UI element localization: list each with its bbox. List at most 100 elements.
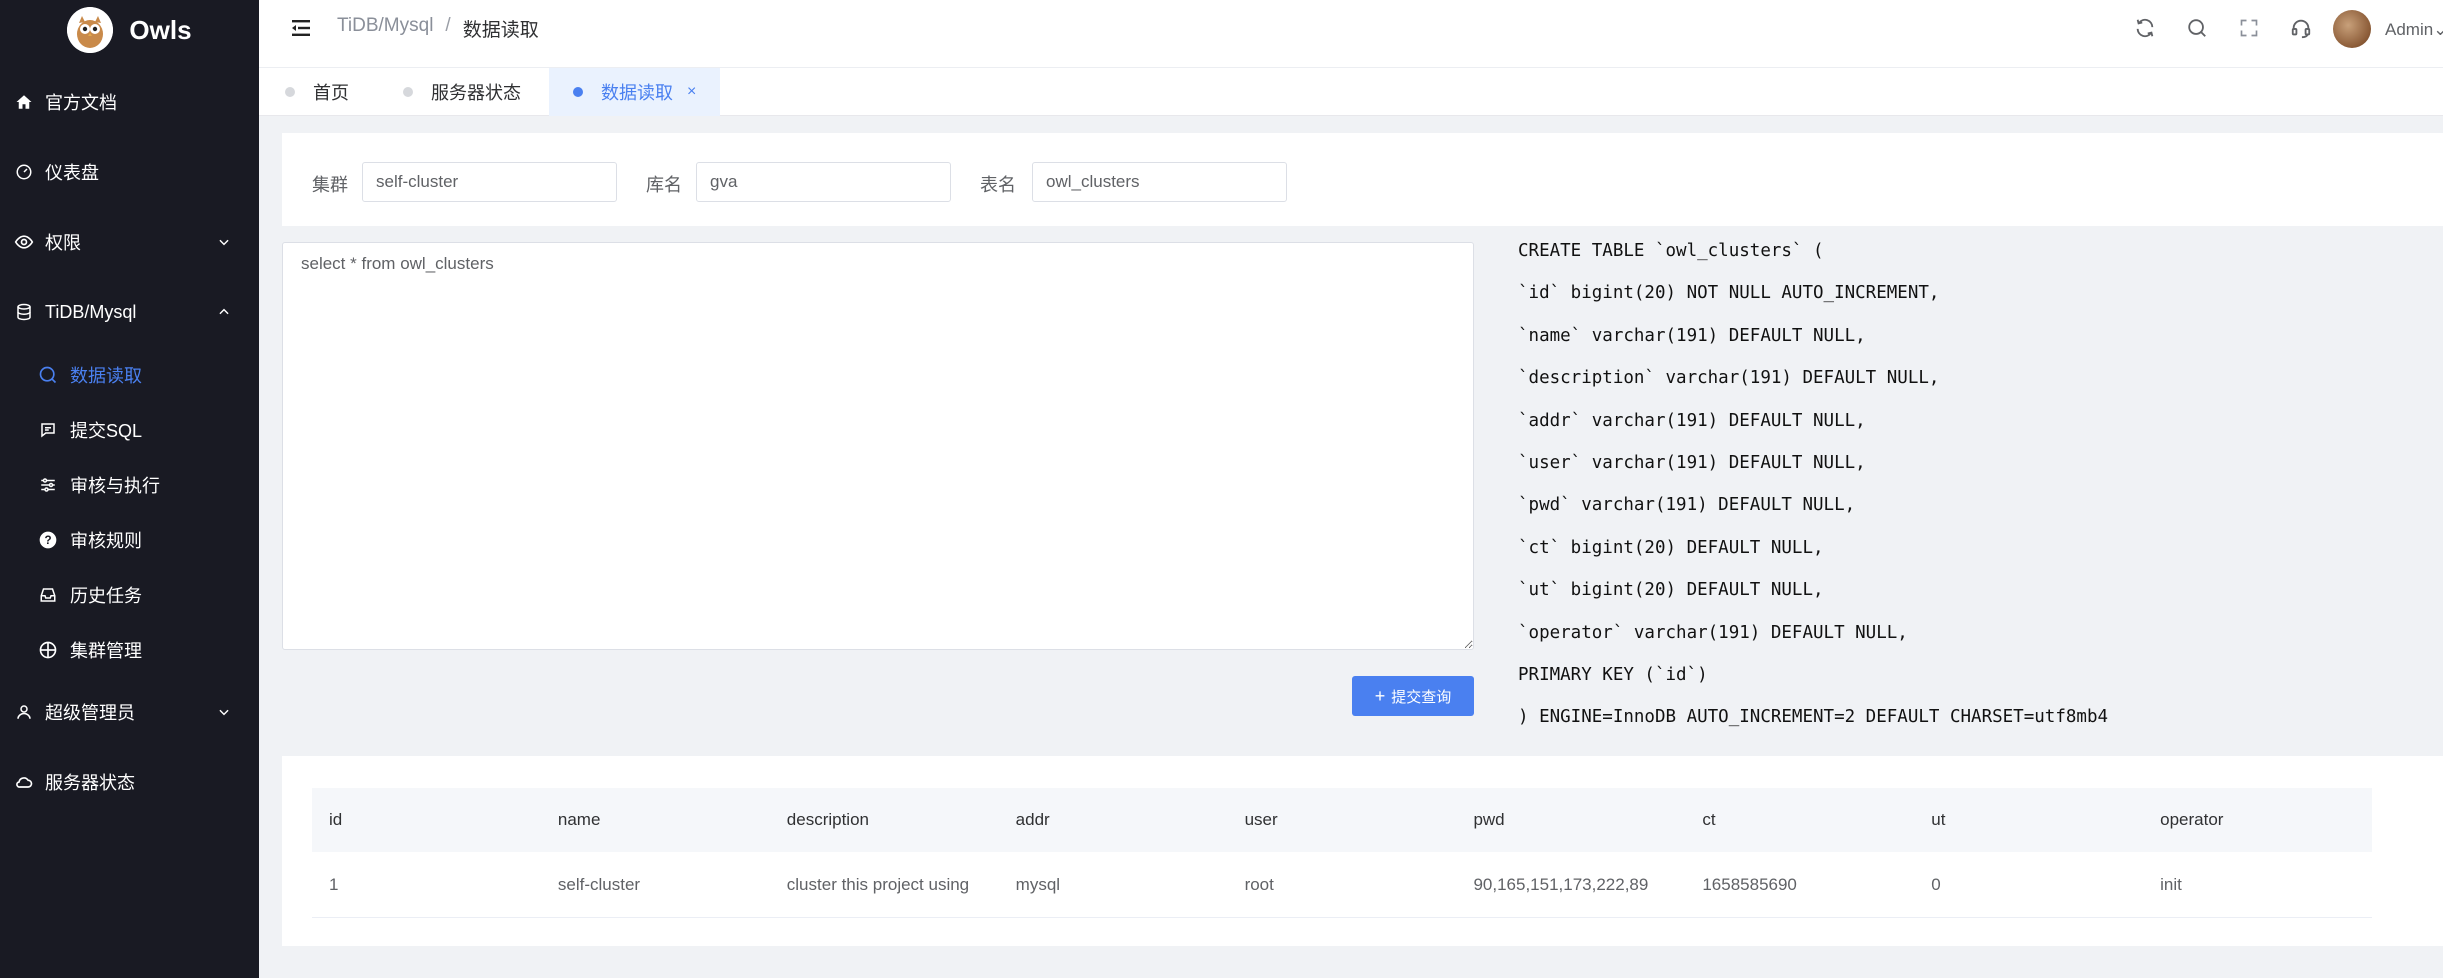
top-header: TiDB/Mysql / 数据读取 Admin⌄ xyxy=(259,0,2443,68)
table-cell: 1 xyxy=(329,874,339,894)
breadcrumb-parent[interactable]: TiDB/Mysql xyxy=(337,15,433,42)
table-cell: 0 xyxy=(1931,874,1941,894)
tab-label: 数据读取 xyxy=(601,83,673,103)
refresh-icon[interactable] xyxy=(2133,16,2157,40)
user-icon xyxy=(14,702,34,722)
table-label: 表名 xyxy=(980,175,1016,195)
column-header-description: description xyxy=(786,810,869,829)
sidebar-item-label: 审核规则 xyxy=(70,531,142,551)
tab-home[interactable]: 首页 xyxy=(285,68,395,116)
avatar[interactable] xyxy=(2333,10,2371,48)
owl-logo-icon xyxy=(67,7,114,53)
sidebar-item-label: 仪表盘 xyxy=(45,163,99,183)
home-icon xyxy=(14,92,34,112)
sliders-icon xyxy=(38,475,58,495)
results-panel: id name description addr user pwd ct ut operator… xyxy=(282,756,2443,946)
sidebar: Owls 官方文档 仪表盘 权限 TiDB/Mysql 数据读取 提交SQL 审核与执行? 审… xyxy=(0,0,259,978)
column-header-addr: addr xyxy=(1015,810,1050,829)
sidebar-item-4[interactable]: 数据读取 xyxy=(0,350,259,400)
fullscreen-icon[interactable] xyxy=(2237,16,2261,40)
sidebar-item-1[interactable]: 仪表盘 xyxy=(0,147,259,197)
tab-bar: 首页 服务器状态 数据读取 × xyxy=(259,68,2443,116)
search-icon[interactable] xyxy=(2185,16,2209,40)
plus-icon: + xyxy=(1374,686,1386,706)
sidebar-item-label: 超级管理员 xyxy=(45,703,135,723)
column-header-operator: operator xyxy=(2160,810,2224,829)
column-header-name: name xyxy=(557,810,601,829)
tab-dot-icon xyxy=(573,87,583,97)
sidebar-item-11[interactable]: 服务器状态 xyxy=(0,757,259,807)
sidebar-item-10[interactable]: 超级管理员 xyxy=(0,687,259,737)
ddl-line: `user` varchar(191) DEFAULT NULL, xyxy=(1518,452,1866,473)
chevron-down-icon xyxy=(217,235,231,249)
table-cell: init xyxy=(2160,874,2182,894)
table-body: 1 self-cluster cluster this project using m… xyxy=(312,852,2372,918)
search-icon xyxy=(38,365,58,385)
column-header-ut: ut xyxy=(1931,810,1946,829)
ddl-line: ) ENGINE=InnoDB AUTO_INCREMENT=2 DEFAULT… xyxy=(1518,707,2109,728)
sidebar-item-8[interactable]: 历史任务 xyxy=(0,570,259,620)
filter-panel: 集群 库名 表名 xyxy=(282,133,2443,226)
user-menu[interactable]: Admin⌄ xyxy=(2385,20,2443,40)
chevron-up-icon xyxy=(217,305,231,319)
database-input[interactable] xyxy=(696,162,951,202)
sidebar-item-2[interactable]: 权限 xyxy=(0,217,259,267)
column-header-id: id xyxy=(329,810,343,829)
cluster-input[interactable] xyxy=(362,162,617,202)
results-table: id name description addr user pwd ct ut operator… xyxy=(312,788,2372,918)
table-cell: mysql xyxy=(1015,874,1061,894)
sql-editor[interactable] xyxy=(282,242,1474,650)
sidebar-item-label: 数据读取 xyxy=(70,366,142,386)
sidebar-item-9[interactable]: 集群管理 xyxy=(0,625,259,675)
table-cell: 1658585690 xyxy=(1702,874,1797,894)
tab-close-icon[interactable]: × xyxy=(687,83,696,101)
sidebar-item-label: TiDB/Mysql xyxy=(45,301,137,322)
table-cell: self-cluster xyxy=(557,874,641,894)
sidebar-item-0[interactable]: 官方文档 xyxy=(0,77,259,127)
table-cell: 90,165,151,173,222,89 xyxy=(1473,874,1649,894)
collapse-menu-icon[interactable] xyxy=(289,16,313,40)
sidebar-item-6[interactable]: 审核与执行 xyxy=(0,460,259,510)
headset-icon[interactable] xyxy=(2289,16,2313,40)
database-icon xyxy=(14,302,34,322)
sidebar-item-5[interactable]: 提交SQL xyxy=(0,405,259,455)
ddl-line: `ct` bigint(20) DEFAULT NULL, xyxy=(1518,537,1824,558)
svg-text:?: ? xyxy=(44,534,51,547)
ddl-line: `name` varchar(191) DEFAULT NULL, xyxy=(1518,325,1866,346)
message-icon xyxy=(38,420,58,440)
breadcrumb-separator: / xyxy=(445,15,451,36)
tab-dot-icon xyxy=(403,87,413,97)
table-input[interactable] xyxy=(1032,162,1287,202)
ddl-line: `ut` bigint(20) DEFAULT NULL, xyxy=(1518,580,1824,601)
logo[interactable]: Owls xyxy=(0,0,259,60)
sidebar-item-3[interactable]: TiDB/Mysql xyxy=(0,287,259,337)
database-label: 库名 xyxy=(646,175,682,195)
submit-query-button[interactable]: + 提交查询 xyxy=(1352,676,1474,716)
ddl-line: `addr` varchar(191) DEFAULT NULL, xyxy=(1518,410,1866,431)
submit-query-label: 提交查询 xyxy=(1391,688,1452,706)
column-header-ct: ct xyxy=(1702,810,1716,829)
tab-dot-icon xyxy=(285,87,295,97)
column-header-user: user xyxy=(1244,810,1278,829)
tab-label: 服务器状态 xyxy=(431,83,521,103)
sidebar-item-label: 官方文档 xyxy=(45,93,117,113)
sidebar-item-label: 审核与执行 xyxy=(70,476,160,496)
ddl-line: `id` bigint(20) NOT NULL AUTO_INCREMENT, xyxy=(1518,283,1940,304)
sidebar-item-label: 历史任务 xyxy=(70,586,142,606)
crosshair-icon xyxy=(38,640,58,660)
sidebar-item-label: 服务器状态 xyxy=(45,773,135,793)
ddl-line: `description` varchar(191) DEFAULT NULL, xyxy=(1518,368,1940,389)
cloud-icon xyxy=(14,772,34,792)
sidebar-item-label: 集群管理 xyxy=(70,641,142,661)
dashboard-icon xyxy=(14,162,34,182)
sidebar-item-7[interactable]: ? 审核规则 xyxy=(0,515,259,565)
table-cell: cluster this project using xyxy=(786,874,970,894)
breadcrumb-current: 数据读取 xyxy=(462,20,539,41)
tab-data-read[interactable]: 数据读取 × xyxy=(549,68,720,116)
inbox-icon xyxy=(38,585,58,605)
breadcrumb: TiDB/Mysql / 数据读取 xyxy=(337,15,539,42)
ddl-line: `operator` varchar(191) DEFAULT NULL, xyxy=(1518,622,1908,643)
table-cell: root xyxy=(1244,874,1274,894)
chevron-down-icon xyxy=(217,705,231,719)
create-table-ddl: CREATE TABLE `owl_clusters` (`id` bigint… xyxy=(1518,238,2108,747)
